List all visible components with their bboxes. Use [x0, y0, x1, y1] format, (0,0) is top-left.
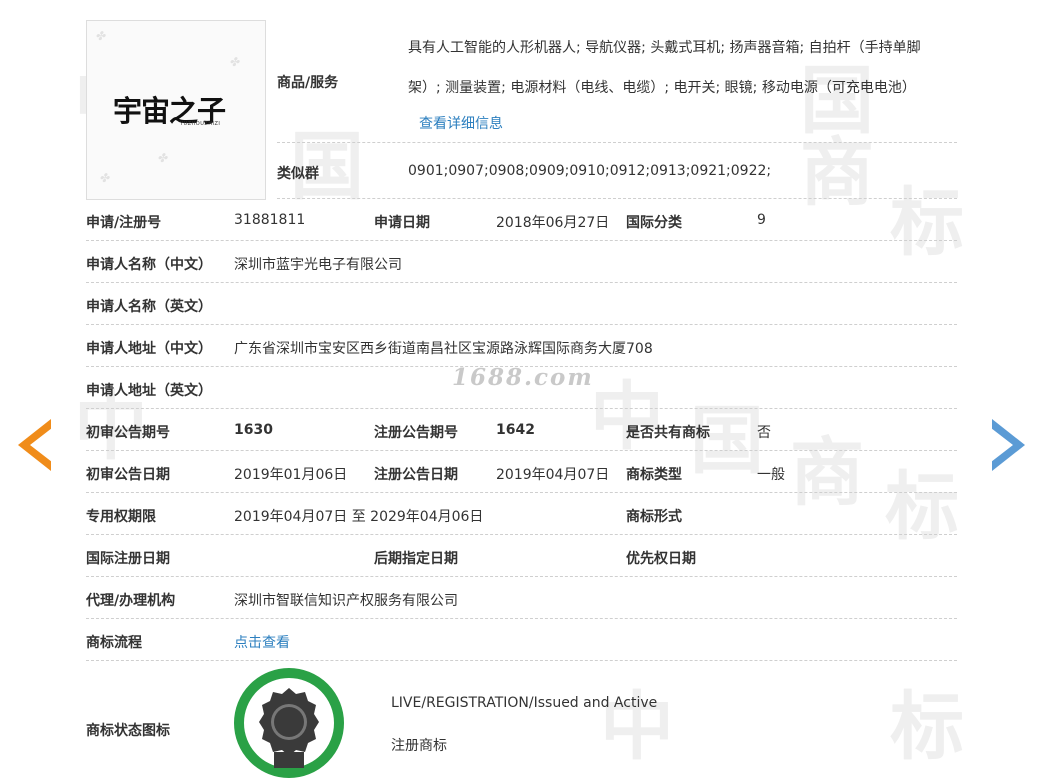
- goods-services-text: 具有人工智能的人形机器人; 导航仪器; 头戴式耳机; 扬声器音箱; 自拍杆（手持…: [408, 40, 921, 96]
- view-process-link[interactable]: 点击查看: [234, 632, 290, 652]
- application-date-value: 2018年06月27日: [496, 215, 610, 231]
- logo-stamp-mark: ✤: [229, 55, 240, 69]
- info-row-announcement-no: 初审公告期号 1630 注册公告期号 1642 是否共有商标 否: [86, 409, 957, 451]
- logo-stamp-mark: ✤: [95, 29, 106, 43]
- registered-badge-icon: [234, 668, 344, 778]
- info-row-intl-dates: 国际注册日期 后期指定日期 优先权日期: [86, 535, 957, 577]
- trademark-image: ✤ ✤ ✤ ✤ 宇宙之子 YUZHOUZHIZI: [86, 20, 266, 200]
- agency-value: 深圳市智联信知识产权服务有限公司: [234, 593, 458, 609]
- logo-stamp-mark: ✤: [99, 171, 110, 185]
- reg-announcement-no-value: 1642: [496, 422, 535, 438]
- info-row-announcement-date: 初审公告日期 2019年01月06日 注册公告日期 2019年04月07日 商标…: [86, 451, 957, 493]
- reg-announcement-date-value: 2019年04月07日: [496, 467, 610, 483]
- similar-group-value: 0901;0907;0908;0909;0910;0912;0913;0921;…: [408, 163, 772, 179]
- shared-trademark-label: 是否共有商标: [626, 425, 710, 441]
- info-row-application: 申请/注册号 31881811 申请日期 2018年06月27日 国际分类 9: [86, 199, 957, 241]
- applicant-address-cn-label: 申请人地址（中文）: [86, 341, 212, 357]
- goods-services-row: 商品/服务 具有人工智能的人形机器人; 导航仪器; 头戴式耳机; 扬声器音箱; …: [277, 20, 957, 143]
- similar-group-label: 类似群: [277, 166, 319, 182]
- applicant-name-cn-label: 申请人名称（中文）: [86, 257, 212, 273]
- prelim-announcement-no-label: 初审公告期号: [86, 425, 170, 441]
- application-date-label: 申请日期: [374, 215, 430, 231]
- similar-group-row: 类似群 0901;0907;0908;0909;0910;0912;0913;0…: [277, 143, 957, 199]
- applicant-address-cn-value: 广东省深圳市宝安区西乡街道南昌社区宝源路泳辉国际商务大厦708: [234, 341, 653, 357]
- status-icon-label: 商标状态图标: [86, 723, 170, 739]
- info-row-address-cn: 申请人地址（中文） 广东省深圳市宝安区西乡街道南昌社区宝源路泳辉国际商务大厦70…: [86, 325, 957, 367]
- agency-label: 代理/办理机构: [86, 593, 176, 609]
- exclusive-period-label: 专用权期限: [86, 509, 156, 525]
- goods-services-label: 商品/服务: [277, 75, 339, 91]
- info-row-agency: 代理/办理机构 深圳市智联信知识产权服务有限公司: [86, 577, 957, 619]
- info-row-process: 商标流程 点击查看: [86, 619, 957, 661]
- next-arrow-icon[interactable]: [991, 419, 1025, 471]
- application-number-label: 申请/注册号: [86, 215, 162, 231]
- trademark-process-label: 商标流程: [86, 635, 142, 651]
- info-row-applicant-en: 申请人名称（英文）: [86, 283, 957, 325]
- logo-stamp-mark: ✤: [157, 151, 168, 165]
- award-ribbon-icon: [259, 688, 319, 768]
- exclusive-period-value: 2019年04月07日 至 2029年04月06日: [234, 509, 484, 525]
- reg-announcement-date-label: 注册公告日期: [374, 467, 458, 483]
- prelim-announcement-date-label: 初审公告日期: [86, 467, 170, 483]
- info-row-exclusive-period: 专用权期限 2019年04月07日 至 2029年04月06日 商标形式: [86, 493, 957, 535]
- trademark-status-row: 商标状态图标 LIVE/REGISTRATION/Issued and Acti…: [86, 662, 957, 778]
- trademark-type-value: 一般: [757, 467, 785, 483]
- applicant-name-cn-value: 深圳市蓝宇光电子有限公司: [234, 257, 402, 273]
- intl-class-value: 9: [757, 212, 766, 228]
- info-row-applicant-cn: 申请人名称（中文） 深圳市蓝宇光电子有限公司: [86, 241, 957, 283]
- subsequent-designation-date-label: 后期指定日期: [374, 551, 458, 567]
- shared-trademark-value: 否: [757, 425, 771, 441]
- prelim-announcement-no-value: 1630: [234, 422, 273, 438]
- applicant-address-en-label: 申请人地址（英文）: [86, 383, 212, 399]
- prelim-announcement-date-value: 2019年01月06日: [234, 467, 348, 483]
- trademark-type-label: 商标类型: [626, 467, 682, 483]
- intl-reg-date-label: 国际注册日期: [86, 551, 170, 567]
- application-number-value: 31881811: [234, 212, 306, 228]
- status-cn-text: 注册商标: [391, 738, 447, 754]
- view-details-link[interactable]: 查看详细信息: [419, 113, 503, 133]
- trademark-logo-sub: YUZHOUZHIZI: [180, 121, 221, 127]
- trademark-form-label: 商标形式: [626, 509, 682, 525]
- site-watermark: 1688.com: [452, 364, 594, 391]
- reg-announcement-no-label: 注册公告期号: [374, 425, 458, 441]
- intl-class-label: 国际分类: [626, 215, 682, 231]
- priority-date-label: 优先权日期: [626, 551, 696, 567]
- applicant-name-en-label: 申请人名称（英文）: [86, 299, 212, 315]
- prev-arrow-icon[interactable]: [18, 419, 52, 471]
- status-en-text: LIVE/REGISTRATION/Issued and Active: [391, 695, 658, 711]
